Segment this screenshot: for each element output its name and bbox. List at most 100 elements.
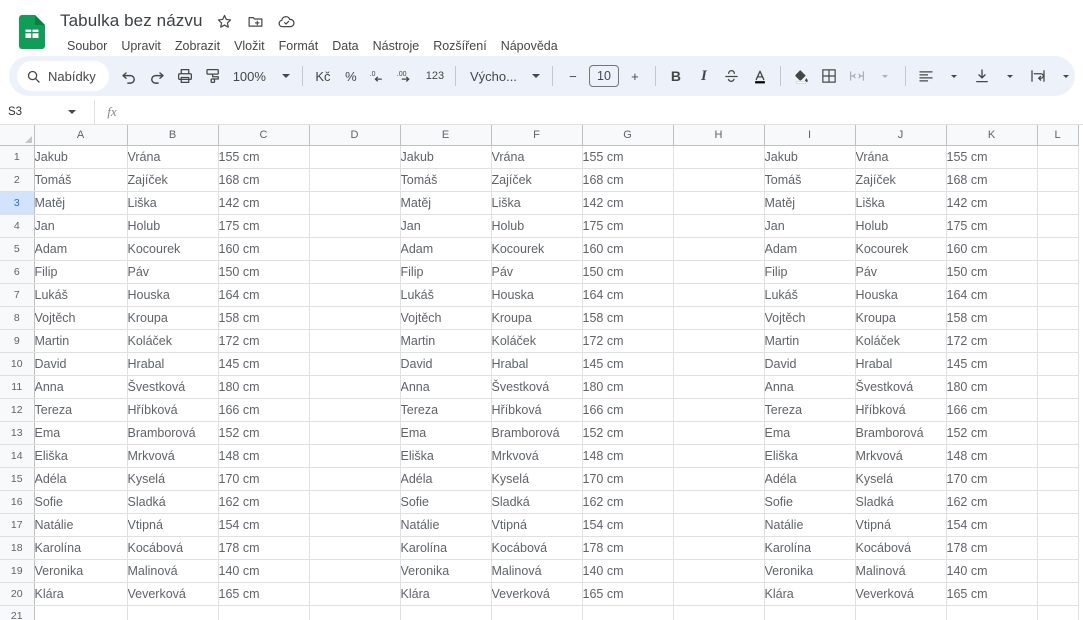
cell-I1[interactable]: Jakub [764,145,856,169]
print-button[interactable] [171,62,199,90]
cell-K11[interactable]: 180 cm [946,375,1038,399]
cell-K9[interactable]: 172 cm [946,329,1038,353]
cell-A7[interactable]: Lukáš [34,283,128,307]
row-header-11[interactable]: 11 [0,375,35,399]
merge-cells-dropdown[interactable] [871,62,899,90]
menu-item-soubor[interactable]: Soubor [60,36,114,56]
menu-item-nastroje[interactable]: Nástroje [366,36,427,56]
cell-F20[interactable]: Veverková [491,582,583,606]
cell-G13[interactable]: 152 cm [582,421,674,445]
cell-J15[interactable]: Kyselá [855,467,947,491]
cell-A8[interactable]: Vojtěch [34,306,128,330]
cell-A9[interactable]: Martin [34,329,128,353]
row-header-1[interactable]: 1 [0,145,35,169]
cell-D9[interactable] [309,329,401,353]
cell-K8[interactable]: 158 cm [946,306,1038,330]
cell-E20[interactable]: Klára [400,582,492,606]
cell-J7[interactable]: Houska [855,283,947,307]
cell-B17[interactable]: Vtipná [127,513,219,537]
cell-I16[interactable]: Sofie [764,490,856,514]
cell-E15[interactable]: Adéla [400,467,492,491]
row-header-6[interactable]: 6 [0,260,35,284]
cell-I8[interactable]: Vojtěch [764,306,856,330]
cell-I2[interactable]: Tomáš [764,168,856,192]
paint-format-button[interactable] [199,62,227,90]
move-to-folder-icon[interactable] [246,11,266,31]
column-header-j[interactable]: J [855,125,947,146]
cell-L2[interactable] [1037,168,1079,192]
formula-input[interactable] [129,100,1083,125]
cell-G16[interactable]: 162 cm [582,490,674,514]
cell-D1[interactable] [309,145,401,169]
cell-F13[interactable]: Bramborová [491,421,583,445]
cell-F17[interactable]: Vtipná [491,513,583,537]
cell-E11[interactable]: Anna [400,375,492,399]
menu-item-zobrazit[interactable]: Zobrazit [168,36,227,56]
row-header-15[interactable]: 15 [0,467,35,491]
cell-D3[interactable] [309,191,401,215]
cell-I19[interactable]: Veronika [764,559,856,583]
cell-B16[interactable]: Sladká [127,490,219,514]
redo-button[interactable] [143,62,171,90]
cell-K19[interactable]: 140 cm [946,559,1038,583]
cell-I21[interactable] [764,605,856,620]
cell-J13[interactable]: Bramborová [855,421,947,445]
page-title[interactable]: Tabulka bez názvu [58,9,205,33]
cell-I3[interactable]: Matěj [764,191,856,215]
cell-H21[interactable] [673,605,765,620]
fill-color-button[interactable] [787,62,815,90]
font-family-selector[interactable]: Výcho... [462,62,546,90]
cell-G20[interactable]: 165 cm [582,582,674,606]
cell-G12[interactable]: 166 cm [582,398,674,422]
chevron-down-icon[interactable] [68,110,76,114]
cell-G8[interactable]: 158 cm [582,306,674,330]
cell-D5[interactable] [309,237,401,261]
cell-B11[interactable]: Švestková [127,375,219,399]
cell-E18[interactable]: Karolína [400,536,492,560]
column-header-e[interactable]: E [400,125,492,146]
zoom-level-selector[interactable]: 100% [227,62,296,90]
cloud-saved-icon[interactable] [277,11,297,31]
cell-H15[interactable] [673,467,765,491]
cell-E14[interactable]: Eliška [400,444,492,468]
cell-J18[interactable]: Kocábová [855,536,947,560]
cell-A15[interactable]: Adéla [34,467,128,491]
cell-I10[interactable]: David [764,352,856,376]
cell-B6[interactable]: Páv [127,260,219,284]
bold-button[interactable]: B [662,62,690,90]
cell-E8[interactable]: Vojtěch [400,306,492,330]
cell-F4[interactable]: Holub [491,214,583,238]
cell-H20[interactable] [673,582,765,606]
column-header-c[interactable]: C [218,125,310,146]
row-header-14[interactable]: 14 [0,444,35,468]
column-header-d[interactable]: D [309,125,401,146]
row-header-5[interactable]: 5 [0,237,35,261]
decrease-font-size-button[interactable]: − [559,62,587,90]
column-header-g[interactable]: G [582,125,674,146]
cell-L20[interactable] [1037,582,1079,606]
cell-G11[interactable]: 180 cm [582,375,674,399]
cell-B14[interactable]: Mrkvová [127,444,219,468]
cell-H9[interactable] [673,329,765,353]
cell-L21[interactable] [1037,605,1079,620]
cell-J2[interactable]: Zajíček [855,168,947,192]
name-box[interactable]: S3 [0,99,95,125]
cell-H8[interactable] [673,306,765,330]
cell-C6[interactable]: 150 cm [218,260,310,284]
cell-C14[interactable]: 148 cm [218,444,310,468]
format-percent-button[interactable]: % [337,62,365,90]
row-header-4[interactable]: 4 [0,214,35,238]
cell-K13[interactable]: 152 cm [946,421,1038,445]
vertical-align-dropdown[interactable] [996,62,1024,90]
cell-H6[interactable] [673,260,765,284]
cell-L15[interactable] [1037,467,1079,491]
cell-B8[interactable]: Kroupa [127,306,219,330]
cell-D2[interactable] [309,168,401,192]
cell-D19[interactable] [309,559,401,583]
cell-J9[interactable]: Koláček [855,329,947,353]
cell-I20[interactable]: Klára [764,582,856,606]
cell-C5[interactable]: 160 cm [218,237,310,261]
cell-D6[interactable] [309,260,401,284]
row-header-16[interactable]: 16 [0,490,35,514]
cell-C17[interactable]: 154 cm [218,513,310,537]
